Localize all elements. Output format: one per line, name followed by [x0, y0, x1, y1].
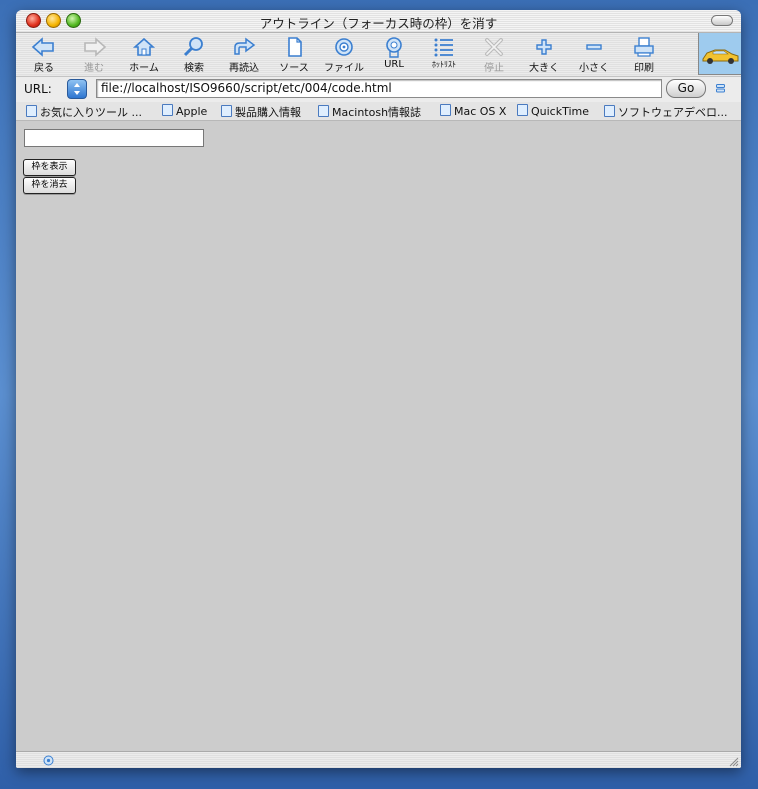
home-icon: [132, 37, 156, 56]
home-button[interactable]: ホーム: [119, 34, 169, 74]
minus-icon: [586, 44, 602, 50]
bookmark-folder-icon: [221, 105, 232, 117]
reload-button-label: 再読込: [229, 63, 259, 74]
favorite-label: QuickTime: [531, 105, 590, 118]
favorite-link[interactable]: ソフトウェアデベロ...: [604, 104, 728, 119]
toolbar: 戻る 進む ホーム 検索 再読込 ソース ファイル URL ﾎｯﾄﾘｽﾄ 停止 …: [16, 33, 741, 75]
print-button-label: 印刷: [634, 63, 654, 74]
favorite-link[interactable]: Macintosh情報誌: [318, 104, 422, 119]
back-button-label: 戻る: [34, 63, 54, 74]
favorite-label: ソフトウェアデベロ...: [618, 106, 728, 119]
file-button-label: ファイル: [324, 63, 364, 74]
browser-logo[interactable]: [698, 33, 741, 75]
bookmark-page-icon: [440, 104, 451, 116]
url-button[interactable]: URL: [369, 34, 419, 74]
favorite-link[interactable]: QuickTime: [517, 104, 589, 118]
search-button[interactable]: 検索: [169, 34, 219, 74]
toolbar-toggle-button[interactable]: [711, 15, 733, 26]
larger-text-button[interactable]: 大きく: [519, 34, 569, 74]
hotlist-button-label: ﾎｯﾄﾘｽﾄ: [432, 60, 456, 69]
hotlist-icon: [434, 38, 453, 57]
reload-button[interactable]: 再読込: [219, 34, 269, 74]
file-button[interactable]: ファイル: [319, 34, 369, 74]
home-button-label: ホーム: [129, 63, 159, 74]
car-logo-icon: [702, 49, 739, 64]
plus-icon: [536, 39, 552, 55]
collapse-icon[interactable]: [716, 84, 725, 93]
favorite-link[interactable]: Mac OS X: [440, 104, 506, 118]
favorite-label: 製品購入情報: [235, 106, 301, 119]
up-down-arrows-icon: [74, 83, 80, 95]
bookmark-folder-icon: [26, 105, 37, 117]
favorite-label: Mac OS X: [454, 105, 507, 118]
forward-button-label: 進む: [84, 63, 104, 74]
url-button-label: URL: [384, 59, 404, 70]
favorite-link[interactable]: 製品購入情報: [221, 104, 301, 119]
url-input[interactable]: [96, 79, 662, 98]
forward-arrow-icon: [84, 37, 107, 57]
url-history-popup-button[interactable]: [67, 79, 87, 99]
go-button[interactable]: Go: [666, 79, 706, 98]
favorite-label: お気に入りツール ...: [40, 106, 142, 119]
show-outline-button[interactable]: 枠を表示: [23, 159, 76, 176]
page-content: 枠を表示 枠を消去: [16, 121, 741, 751]
stop-button-label: 停止: [484, 63, 504, 74]
favorite-link[interactable]: Apple: [162, 104, 207, 118]
document-icon: [288, 37, 302, 57]
url-label: URL:: [24, 82, 52, 96]
search-icon: [183, 37, 203, 57]
address-bar: URL: Go: [16, 76, 741, 103]
back-button[interactable]: 戻る: [19, 34, 69, 74]
larger-text-button-label: 大きく: [529, 63, 559, 74]
smaller-text-button[interactable]: 小さく: [569, 34, 619, 74]
print-icon: [634, 37, 654, 57]
status-bar: [16, 751, 741, 768]
stop-button[interactable]: 停止: [469, 34, 519, 74]
url-icon: [386, 37, 402, 58]
source-button[interactable]: ソース: [269, 34, 319, 74]
favorite-label: Apple: [176, 105, 208, 118]
favorite-link[interactable]: お気に入りツール ...: [26, 104, 142, 119]
bookmark-folder-icon: [604, 105, 615, 117]
hide-outline-button[interactable]: 枠を消去: [23, 177, 76, 194]
smaller-text-button-label: 小さく: [579, 63, 609, 74]
favorites-bar: お気に入りツール ... Apple 製品購入情報 Macintosh情報誌 M…: [16, 102, 741, 121]
hotlist-button[interactable]: ﾎｯﾄﾘｽﾄ: [419, 34, 469, 74]
text-field[interactable]: [24, 129, 204, 147]
resize-grip-icon[interactable]: [727, 755, 739, 767]
reload-icon: [234, 37, 256, 55]
title-bar[interactable]: アウトライン（フォーカス時の枠）を消す: [16, 10, 741, 33]
back-arrow-icon: [31, 37, 54, 57]
source-button-label: ソース: [279, 63, 309, 74]
favorite-label: Macintosh情報誌: [332, 106, 422, 119]
browser-window: アウトライン（フォーカス時の枠）を消す 戻る 進む ホーム 検索 再読込 ソース: [16, 10, 741, 768]
forward-button[interactable]: 進む: [69, 34, 119, 74]
search-button-label: 検索: [184, 63, 204, 74]
stop-icon: [485, 38, 503, 56]
bookmark-folder-icon: [318, 105, 329, 117]
connection-status-icon: [43, 755, 54, 766]
print-button[interactable]: 印刷: [619, 34, 669, 74]
window-title: アウトライン（フォーカス時の枠）を消す: [259, 16, 498, 31]
bookmark-folder-icon: [517, 104, 528, 116]
file-target-icon: [335, 38, 353, 56]
bookmark-folder-icon: [162, 104, 173, 116]
